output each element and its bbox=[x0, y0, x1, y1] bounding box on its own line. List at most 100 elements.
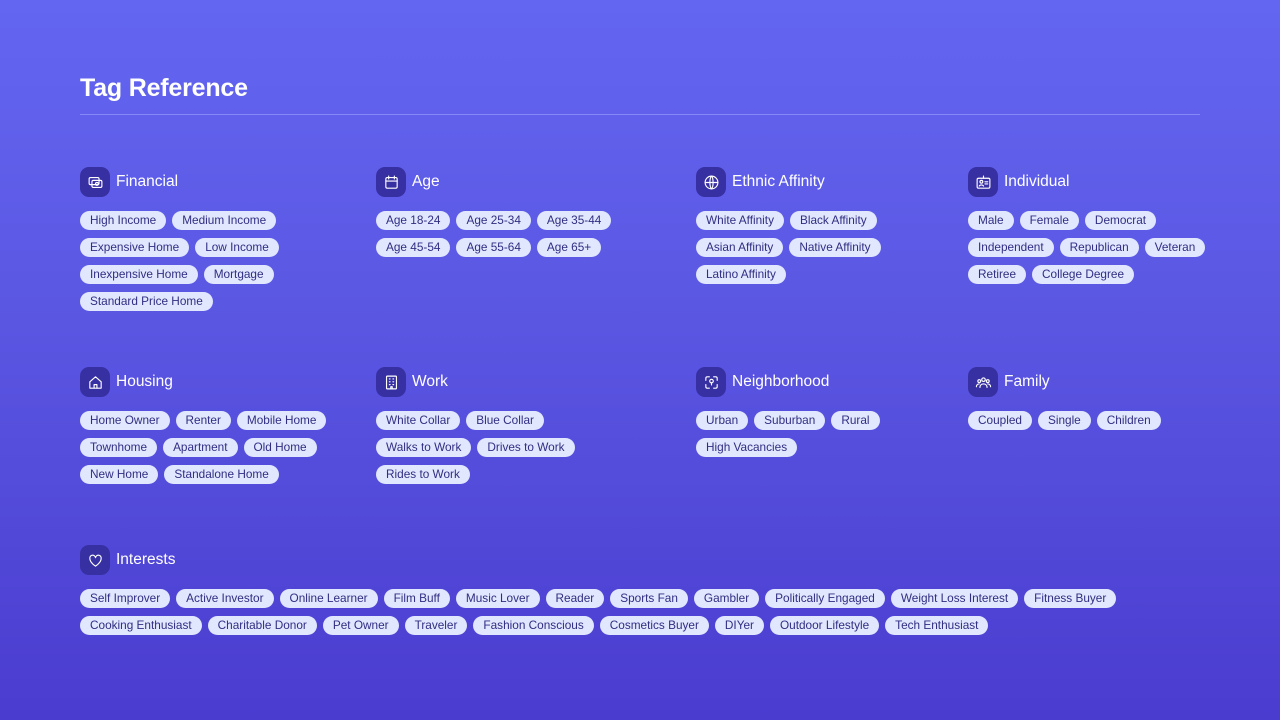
tag-chip[interactable]: Renter bbox=[175, 411, 231, 430]
section-header: Housing bbox=[80, 367, 350, 397]
calendar-icon bbox=[376, 167, 406, 197]
section-header: Ethnic Affinity bbox=[696, 167, 936, 197]
tag-chip[interactable]: Veteran bbox=[1144, 238, 1206, 257]
section-title: Interests bbox=[116, 551, 176, 568]
tag-chip[interactable]: Sports Fan bbox=[610, 589, 688, 608]
tag-chip[interactable]: Cooking Enthusiast bbox=[80, 616, 202, 635]
tag-chip[interactable]: Age 55-64 bbox=[456, 238, 531, 257]
tag-chip[interactable]: Independent bbox=[968, 238, 1054, 257]
tag-chip[interactable]: Black Affinity bbox=[789, 211, 877, 230]
tag-chip[interactable]: Age 45-54 bbox=[376, 238, 451, 257]
tag-chip[interactable]: Age 35-44 bbox=[536, 211, 612, 230]
section-title: Age bbox=[412, 173, 440, 190]
globe-icon bbox=[696, 167, 726, 197]
tag-chip[interactable]: Children bbox=[1096, 411, 1161, 430]
tag-chip[interactable]: High Income bbox=[80, 211, 167, 230]
tag-chip[interactable]: Mortgage bbox=[203, 265, 274, 284]
tag-list: Age 18-24 Age 25-34 Age 35-44 Age 45-54 Age … bbox=[376, 211, 646, 257]
tag-chip[interactable]: Age 25-34 bbox=[456, 211, 531, 230]
section-family: Family Coupled Single Children bbox=[968, 367, 1218, 430]
tag-chip[interactable]: Blue Collar bbox=[466, 411, 544, 430]
tag-chip[interactable]: Film Buff bbox=[383, 589, 450, 608]
tag-chip[interactable]: Townhome bbox=[80, 438, 158, 457]
tag-chip[interactable]: Rides to Work bbox=[376, 465, 470, 484]
tag-chip[interactable]: Latino Affinity bbox=[696, 265, 786, 284]
tag-list: White Collar Blue Collar Walks to Work Driv… bbox=[376, 411, 596, 484]
tag-list: White Affinity Black Affinity Asian Affini… bbox=[696, 211, 936, 284]
tag-chip[interactable]: Standalone Home bbox=[164, 465, 279, 484]
tag-chip[interactable]: Pet Owner bbox=[322, 616, 399, 635]
section-ethnic-affinity: Ethnic Affinity White Affinity Black Affin… bbox=[696, 167, 936, 284]
tag-chip[interactable]: Rural bbox=[831, 411, 880, 430]
section-title: Housing bbox=[116, 373, 173, 390]
tag-chip[interactable]: Outdoor Lifestyle bbox=[769, 616, 880, 635]
tag-chip[interactable]: Old Home bbox=[243, 438, 317, 457]
section-title: Work bbox=[412, 373, 448, 390]
section-header: Work bbox=[376, 367, 596, 397]
tag-chip[interactable]: Cosmetics Buyer bbox=[599, 616, 709, 635]
tag-list: High Income Medium Income Expensive Home Lo… bbox=[80, 211, 350, 311]
section-housing: Housing Home Owner Renter Mobile Home Townho… bbox=[80, 367, 350, 484]
tag-chip[interactable]: New Home bbox=[80, 465, 159, 484]
tag-chip[interactable]: Democrat bbox=[1084, 211, 1157, 230]
section-title: Financial bbox=[116, 173, 179, 190]
tag-chip[interactable]: Tech Enthusiast bbox=[885, 616, 989, 635]
tag-chip[interactable]: Medium Income bbox=[172, 211, 277, 230]
tag-list: Coupled Single Children bbox=[968, 411, 1218, 430]
title-divider bbox=[80, 114, 1200, 115]
tag-chip[interactable]: Female bbox=[1019, 211, 1079, 230]
tag-chip[interactable]: Age 18-24 bbox=[376, 211, 451, 230]
tag-chip[interactable]: Music Lover bbox=[455, 589, 540, 608]
tag-chip[interactable]: Fashion Conscious bbox=[473, 616, 594, 635]
tag-chip[interactable]: Apartment bbox=[163, 438, 238, 457]
tag-chip[interactable]: Suburban bbox=[754, 411, 826, 430]
tag-chip[interactable]: Retiree bbox=[968, 265, 1027, 284]
section-header: Individual bbox=[968, 167, 1218, 197]
tag-chip[interactable]: Drives to Work bbox=[477, 438, 575, 457]
section-header: Age bbox=[376, 167, 646, 197]
tag-chip[interactable]: Low Income bbox=[195, 238, 279, 257]
tag-chip[interactable]: Age 65+ bbox=[536, 238, 602, 257]
tag-chip[interactable]: Coupled bbox=[968, 411, 1032, 430]
tag-chip[interactable]: Reader bbox=[545, 589, 605, 608]
tag-chip[interactable]: Standard Price Home bbox=[80, 292, 213, 311]
section-header: Financial bbox=[80, 167, 350, 197]
tag-chip[interactable]: Urban bbox=[696, 411, 749, 430]
tag-chip[interactable]: Gambler bbox=[693, 589, 760, 608]
tag-chip[interactable]: Single bbox=[1037, 411, 1091, 430]
tag-chip[interactable]: Mobile Home bbox=[236, 411, 327, 430]
tag-list: Male Female Democrat Independent Republican V… bbox=[968, 211, 1218, 284]
tag-chip[interactable]: Expensive Home bbox=[80, 238, 190, 257]
tag-chip[interactable]: White Affinity bbox=[696, 211, 784, 230]
section-header: Family bbox=[968, 367, 1218, 397]
section-neighborhood: Neighborhood Urban Suburban Rural High Vacan… bbox=[696, 367, 896, 457]
tag-chip[interactable]: College Degree bbox=[1032, 265, 1135, 284]
users-icon bbox=[968, 367, 998, 397]
section-financial: Financial High Income Medium Income Expensi… bbox=[80, 167, 350, 311]
tag-chip[interactable]: Republican bbox=[1059, 238, 1139, 257]
tag-chip[interactable]: Home Owner bbox=[80, 411, 170, 430]
section-title: Family bbox=[1004, 373, 1050, 390]
tag-chip[interactable]: DIYer bbox=[714, 616, 764, 635]
tag-chip[interactable]: Native Affinity bbox=[789, 238, 881, 257]
tag-chip[interactable]: Self Improver bbox=[80, 589, 171, 608]
tag-chip[interactable]: White Collar bbox=[376, 411, 461, 430]
tag-chip[interactable]: Weight Loss Interest bbox=[890, 589, 1019, 608]
building-icon bbox=[376, 367, 406, 397]
tag-chip[interactable]: High Vacancies bbox=[696, 438, 798, 457]
tag-chip[interactable]: Charitable Donor bbox=[207, 616, 317, 635]
tag-chip[interactable]: Online Learner bbox=[279, 589, 378, 608]
tag-chip[interactable]: Active Investor bbox=[176, 589, 274, 608]
section-title: Neighborhood bbox=[732, 373, 830, 390]
tag-chip[interactable]: Politically Engaged bbox=[765, 589, 885, 608]
tag-chip[interactable]: Inexpensive Home bbox=[80, 265, 198, 284]
tag-chip[interactable]: Fitness Buyer bbox=[1024, 589, 1117, 608]
id-card-icon bbox=[968, 167, 998, 197]
tag-chip[interactable]: Asian Affinity bbox=[696, 238, 784, 257]
money-icon bbox=[80, 167, 110, 197]
tag-chip[interactable]: Traveler bbox=[404, 616, 468, 635]
page-title: Tag Reference bbox=[80, 74, 248, 102]
tag-chip[interactable]: Male bbox=[968, 211, 1014, 230]
tag-list: Urban Suburban Rural High Vacancies bbox=[696, 411, 896, 457]
tag-chip[interactable]: Walks to Work bbox=[376, 438, 472, 457]
